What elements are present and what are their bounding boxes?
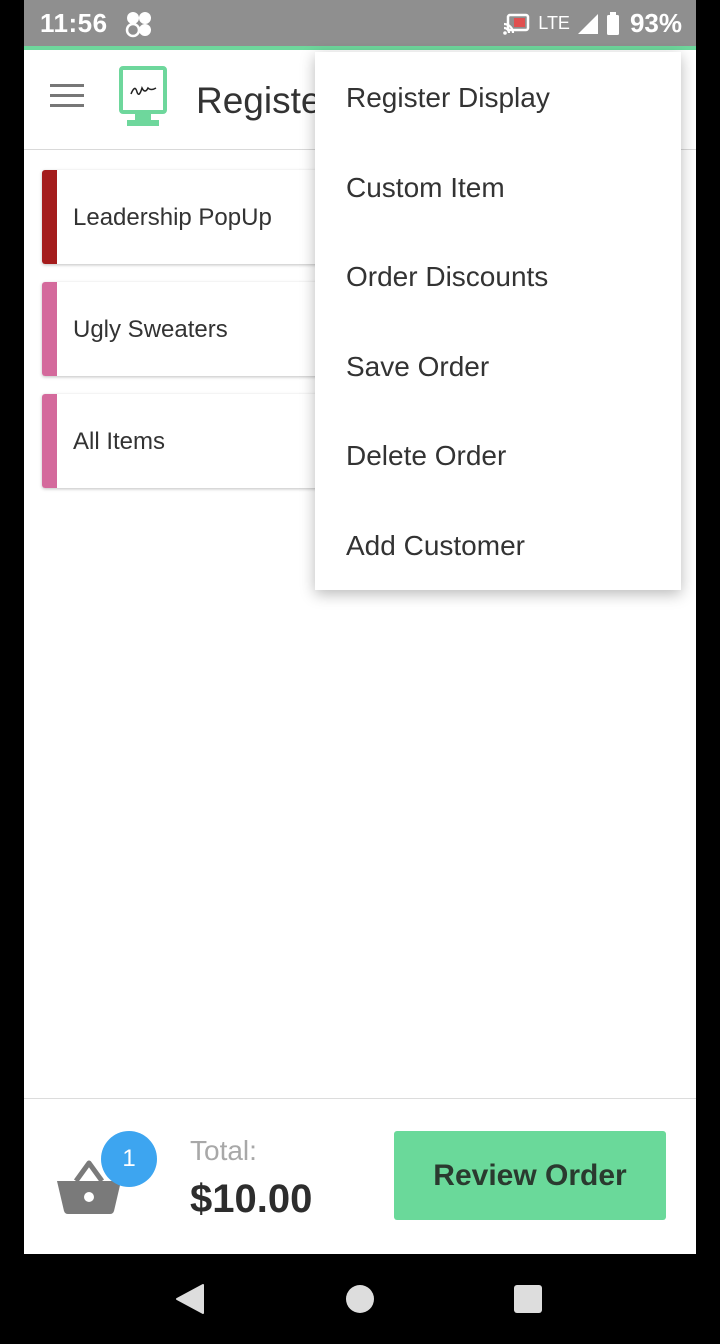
order-footer: 1 Total: $10.00 Review Order [24,1098,696,1254]
register-display-logo [119,66,167,126]
menu-item-delete-order[interactable]: Delete Order [346,440,506,472]
category-card-all-items[interactable]: All Items [42,394,332,488]
signal-icon [577,13,598,34]
hamburger-menu-icon[interactable] [50,84,88,112]
menu-item-custom-item[interactable]: Custom Item [346,172,505,204]
overflow-menu: Register Display Custom Item Order Disco… [315,52,681,590]
category-card-ugly-sweaters[interactable]: Ugly Sweaters [42,282,332,376]
menu-item-add-customer[interactable]: Add Customer [346,530,525,562]
cast-icon [503,13,530,35]
battery-icon [606,11,619,35]
page-title: Registe [196,80,322,121]
clover-icon [125,12,151,38]
category-label: Ugly Sweaters [73,316,228,343]
menu-item-order-discounts[interactable]: Order Discounts [346,261,548,293]
review-order-button[interactable]: Review Order [394,1131,666,1220]
menu-item-register-display[interactable]: Register Display [346,82,550,114]
network-type: LTE [538,13,570,33]
category-label: All Items [73,428,166,455]
category-color-stripe [42,282,57,376]
status-icons: LTE 93% [502,8,682,39]
menu-item-save-order[interactable]: Save Order [346,351,489,383]
total-value: $10.00 [190,1177,313,1221]
status-bar: 11:56 LTE 93% [24,0,696,46]
battery-percent: 93% [629,8,682,38]
status-time: 11:56 [40,8,108,38]
category-card-leadership-popup[interactable]: Leadership PopUp [42,170,332,264]
category-color-stripe [42,170,57,264]
cart-count-badge: 1 [101,1131,157,1187]
category-color-stripe [42,394,57,488]
home-icon[interactable] [346,1285,374,1313]
category-label: Leadership PopUp [73,204,272,231]
recent-apps-icon[interactable] [514,1285,542,1313]
back-icon[interactable] [175,1283,205,1315]
system-nav-bar [0,1254,720,1344]
total-label: Total: [190,1135,257,1166]
